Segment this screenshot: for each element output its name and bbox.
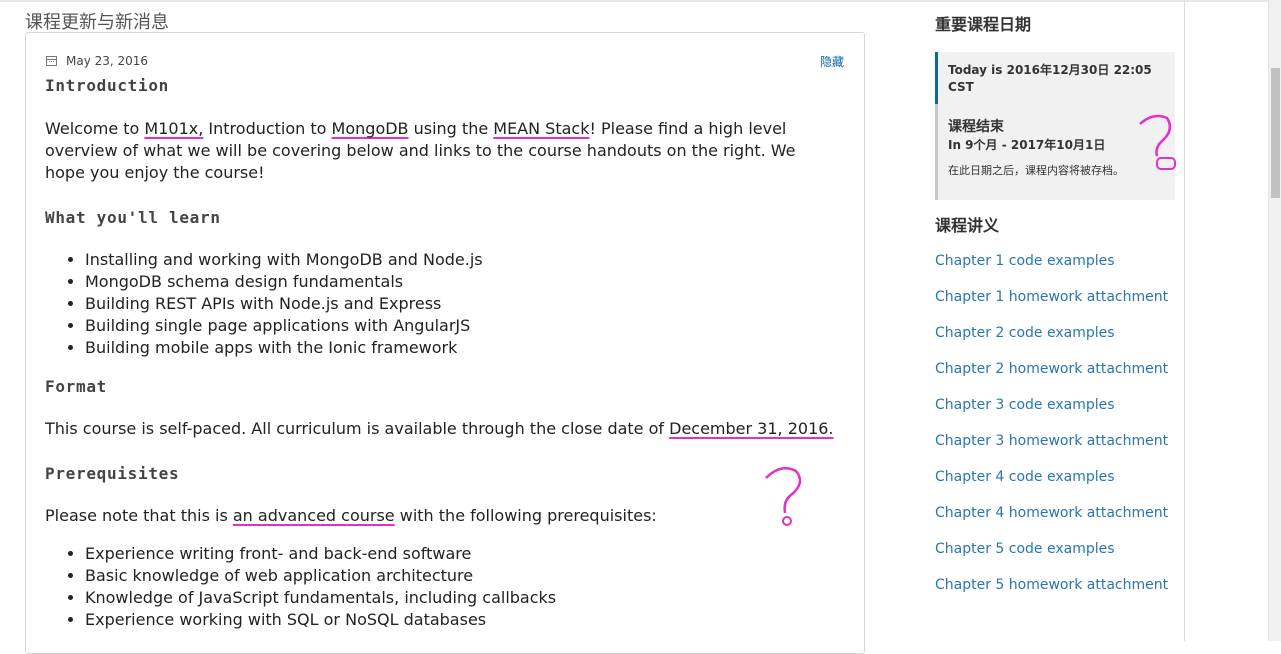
list-item: Installing and working with MongoDB and …: [85, 249, 483, 271]
format-paragraph: This course is self-paced. All curriculu…: [45, 419, 834, 438]
prereq-paragraph: Please note that this is an advanced cou…: [45, 506, 657, 525]
list-item: Knowledge of JavaScript fundamentals, in…: [85, 587, 556, 609]
list-item: Basic knowledge of web application archi…: [85, 565, 556, 587]
hide-link[interactable]: 隐藏: [820, 53, 844, 70]
handout-link[interactable]: Chapter 2 homework attachment: [935, 361, 1168, 377]
prereq-heading: Prerequisites: [45, 464, 180, 483]
handout-link[interactable]: Chapter 1 homework attachment: [935, 289, 1168, 305]
page-title: 课程更新与新消息: [25, 12, 169, 33]
list-item: Experience writing front- and back-end s…: [85, 543, 556, 565]
list-item: MongoDB schema design fundamentals: [85, 271, 483, 293]
handout-link[interactable]: Chapter 1 code examples: [935, 253, 1115, 269]
handout-link[interactable]: Chapter 2 code examples: [935, 325, 1115, 341]
content-divider: [1184, 0, 1185, 641]
course-update-card: May 23, 2016 隐藏 Introduction Welcome to …: [25, 32, 865, 654]
update-date-row: May 23, 2016: [46, 54, 148, 68]
question-mark-annotation: [1139, 114, 1176, 170]
handout-link[interactable]: Chapter 5 homework attachment: [935, 577, 1168, 593]
calendar-icon: [46, 56, 57, 66]
prereq-list: Experience writing front- and back-end s…: [45, 543, 556, 631]
today-date: Today is 2016年12月30日 22:05 CST: [935, 52, 1175, 104]
handout-link[interactable]: Chapter 4 homework attachment: [935, 505, 1168, 521]
list-item: Building mobile apps with the Ionic fram…: [85, 337, 483, 359]
handout-link[interactable]: Chapter 5 code examples: [935, 541, 1115, 557]
learn-heading: What you'll learn: [45, 208, 221, 227]
page-scrollbar[interactable]: [1268, 0, 1281, 641]
learn-list: Installing and working with MongoDB and …: [45, 249, 483, 359]
handout-link[interactable]: Chapter 4 code examples: [935, 469, 1115, 485]
top-border: [0, 0, 1281, 2]
list-item: Experience working with SQL or NoSQL dat…: [85, 609, 556, 631]
scrollbar-thumb[interactable]: [1271, 68, 1280, 198]
list-item: Building single page applications with A…: [85, 315, 483, 337]
handout-link[interactable]: Chapter 3 homework attachment: [935, 433, 1168, 449]
handouts-title: 课程讲义: [935, 216, 1000, 235]
format-heading: Format: [45, 377, 107, 396]
intro-heading: Introduction: [45, 76, 169, 95]
intro-paragraph: Welcome to M101x, Introduction to MongoD…: [45, 119, 796, 182]
list-item: Building REST APIs with Node.js and Expr…: [85, 293, 483, 315]
update-date: May 23, 2016: [66, 54, 149, 68]
important-dates-title: 重要课程日期: [935, 15, 1032, 34]
handout-link[interactable]: Chapter 3 code examples: [935, 397, 1115, 413]
question-mark-annotation: [765, 466, 802, 526]
